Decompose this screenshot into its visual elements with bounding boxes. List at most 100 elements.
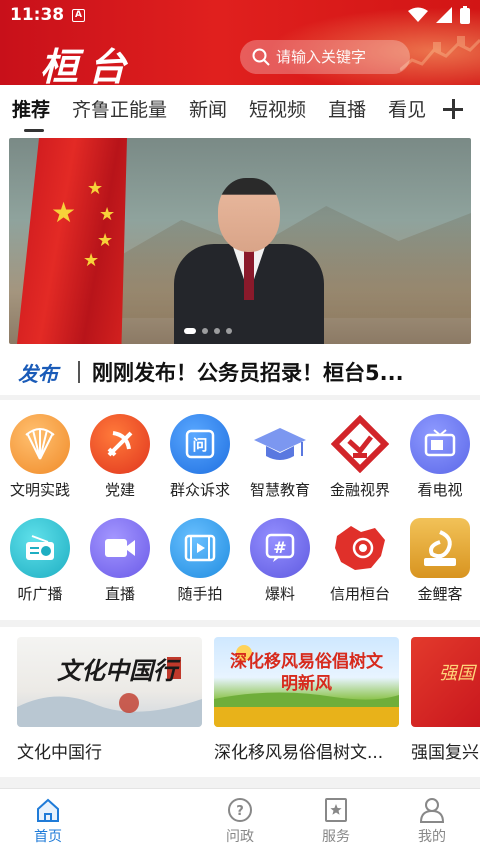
grid-item-civilization-practice[interactable]: 文明实践 [0,400,80,500]
flag-image: ★ ★ ★ ★ ★ [17,138,127,344]
nav-label: 我的 [418,829,446,845]
card-title: 深化移风易俗倡树文... [214,743,384,763]
grid-item-label: 直播 [104,585,135,603]
hashtag-icon: # [250,518,310,578]
grid-item-watch-tv[interactable]: 看电视 [400,400,480,500]
map-icon [330,518,390,578]
tab-news[interactable]: 新闻 [189,85,227,135]
card-image-text: 强国 [439,663,475,684]
fan-icon [10,414,70,474]
grid-item-smart-education[interactable]: 智慧教育 [240,400,320,500]
carousel-dot[interactable] [184,328,196,334]
bottom-navigation: 首页 ? 问政 服务 我的 [0,788,480,853]
signal-icon [436,7,452,23]
nav-services[interactable]: 服务 [296,789,376,853]
grid-item-finance-vision[interactable]: 金融视界 [320,400,400,500]
grid-item-label: 听广播 [17,585,63,603]
carousel-dot[interactable] [214,328,220,334]
grid-item-label: 智慧教育 [249,481,310,499]
status-app-icon: A [72,9,85,22]
grid-item-label: 金融视界 [329,481,390,499]
grid-item-label: 群众诉求 [169,481,230,499]
grid-item-label: 党建 [104,481,135,499]
tab-short-video[interactable]: 短视频 [249,85,306,135]
svg-text:#: # [273,538,286,557]
banner-carousel[interactable]: ★ ★ ★ ★ ★ [9,138,471,344]
grid-row: 文明实践 党建 问 群众诉求 智慧教育 金融视界 看电视 [0,400,480,500]
feature-card-strong-nation[interactable]: 强国 强国复兴 [411,637,480,763]
add-channel-button[interactable] [438,94,468,124]
grid-row: 听广播 直播 随手拍 # 爆料 信用桓台 金鲤客 [0,504,480,604]
carousel-dot[interactable] [226,328,232,334]
grid-item-label: 随手拍 [177,585,223,603]
tv-icon [410,414,470,474]
grid-item-snapshot[interactable]: 随手拍 [160,504,240,604]
status-time: 11:38 [10,5,65,25]
party-icon [90,414,150,474]
card-image: 深化移风易俗倡树文明新风 [214,637,399,727]
tab-recommend[interactable]: 推荐 [12,85,50,135]
nav-label: 服务 [322,829,350,845]
grid-item-credit-huantai[interactable]: 信用桓台 [320,504,400,604]
battery-icon [460,6,470,24]
question-circle-icon: ? [228,798,252,822]
search-input[interactable] [276,48,396,66]
grid-item-label: 信用桓台 [329,585,390,603]
service-grid: 文明实践 党建 问 群众诉求 智慧教育 金融视界 看电视 听广播 直播 随手拍 … [0,400,480,620]
tab-live[interactable]: 直播 [328,85,366,135]
news-ticker-tag: 发布 [18,361,58,386]
nav-label: 问政 [226,829,254,845]
grid-item-live[interactable]: 直播 [80,504,160,604]
svg-text:?: ? [236,804,244,819]
grid-item-golden-carp[interactable]: 金鲤客 [400,504,480,604]
channel-tabs: 推荐 齐鲁正能量 新闻 短视频 直播 看见 [0,85,480,135]
home-icon [37,798,59,822]
user-icon [419,798,445,823]
carousel-dot[interactable] [202,328,208,334]
card-image-text: 深化移风易俗倡树文明新风 [230,652,383,694]
wifi-icon [408,7,428,22]
grid-item-label: 金鲤客 [417,585,463,603]
great-wall-decoration [400,36,480,72]
feature-card-civilization[interactable]: 深化移风易俗倡树文明新风 深化移风易俗倡树文... [214,637,399,763]
video-camera-icon [90,518,150,578]
tab-see[interactable]: 看见 [388,85,426,135]
card-image: 强国 [411,637,480,727]
app-logo: 桓台 [40,44,137,85]
nav-home[interactable]: 首页 [8,789,88,853]
banner-person [174,178,324,344]
svg-text:问: 问 [192,436,207,454]
card-image: 文化中国行 [17,637,202,727]
question-icon: 问 [170,414,230,474]
tab-list: 推荐 齐鲁正能量 新闻 短视频 直播 看见 [12,85,432,135]
status-bar: 11:38 A [0,0,480,30]
tab-qilu-positive-energy[interactable]: 齐鲁正能量 [72,85,167,135]
radio-icon [10,518,70,578]
card-title: 文化中国行 [17,743,102,763]
nav-inquiry[interactable]: ? 问政 [200,789,280,853]
divider [78,361,80,383]
graduation-cap-icon [250,414,310,474]
nav-profile[interactable]: 我的 [392,789,472,853]
grid-item-tip-off[interactable]: # 爆料 [240,504,320,604]
bookmark-star-icon [325,798,347,822]
card-title: 强国复兴 [411,743,479,763]
card-image-text: 文化中国行 [57,656,177,685]
feature-card-culture-china[interactable]: 文化中国行 文化中国行 [17,637,202,763]
carp-icon [410,518,470,578]
news-ticker-text[interactable]: 刚刚发布！公务员招录！桓台5... [92,357,457,387]
grid-item-party-building[interactable]: 党建 [80,400,160,500]
feature-cards: 文化中国行 文化中国行 深化移风易俗倡树文明新风 深化移风易俗倡树文... 强国… [0,627,480,777]
search-box[interactable] [240,40,410,74]
search-icon [252,48,270,66]
film-icon [170,518,230,578]
status-indicators [408,6,470,24]
grid-item-public-appeals[interactable]: 问 群众诉求 [160,400,240,500]
featured-section: ★ ★ ★ ★ ★ 发布 刚刚发布！公务员招录！桓台5... [0,135,480,395]
carousel-indicator [184,328,232,334]
grid-item-listen-radio[interactable]: 听广播 [0,504,80,604]
grid-item-label: 文明实践 [9,481,70,499]
finance-icon [330,414,390,474]
grid-item-label: 看电视 [417,481,463,499]
news-ticker[interactable]: 发布 刚刚发布！公务员招录！桓台5... [0,347,480,397]
